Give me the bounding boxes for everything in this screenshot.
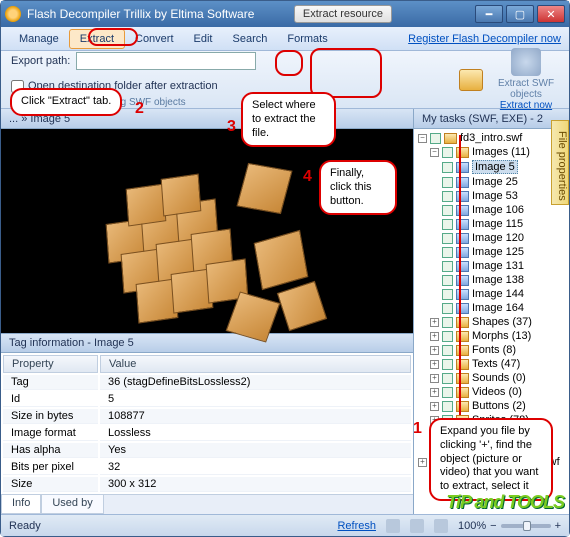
expand-icon: + xyxy=(430,374,439,383)
tree-node-image: Image 25 xyxy=(418,175,565,189)
annotation-box xyxy=(88,28,138,46)
close-button[interactable]: ✕ xyxy=(537,5,565,23)
annotation-num-1: 1 xyxy=(413,420,422,438)
tree-node-image: Image 131 xyxy=(418,259,565,273)
expand-icon: + xyxy=(430,402,439,411)
zoom-control[interactable]: 100% − + xyxy=(458,520,561,532)
tag-table: PropertyValue Tag36 (stagDefineBitsLossl… xyxy=(1,353,413,494)
expand-icon: + xyxy=(430,388,439,397)
export-path-input[interactable] xyxy=(76,52,256,70)
file-properties-tab[interactable]: File properties xyxy=(551,120,569,205)
tree-node-image: Image 164 xyxy=(418,301,565,315)
maximize-button[interactable]: ▢ xyxy=(506,5,534,23)
tree-node-image: Image 115 xyxy=(418,217,565,231)
app-icon xyxy=(5,6,21,22)
tree-node-image: Image 144 xyxy=(418,287,565,301)
tree-node-group: +Buttons (2) xyxy=(418,399,565,413)
expand-icon: + xyxy=(430,346,439,355)
status-ready: Ready xyxy=(9,520,41,532)
refresh-link[interactable]: Refresh xyxy=(337,520,376,532)
annotation-box xyxy=(275,50,303,76)
tree-node-image: Image 53 xyxy=(418,189,565,203)
col-value[interactable]: Value xyxy=(100,355,411,373)
collapse-icon: − xyxy=(418,134,427,143)
tree-node-image: Image 120 xyxy=(418,231,565,245)
preview-image xyxy=(67,121,347,341)
tree-node-group: +Fonts (8) xyxy=(418,343,565,357)
extract-now-link[interactable]: Extract now xyxy=(493,100,559,111)
col-property[interactable]: Property xyxy=(3,355,98,373)
annotation-num-2: 2 xyxy=(135,100,144,118)
menu-manage[interactable]: Manage xyxy=(9,30,69,48)
callout-3: Finally, click this button. xyxy=(319,160,397,215)
tree-node-group: +Morphs (13) xyxy=(418,329,565,343)
menu-bar: Manage Extract Convert Edit Search Forma… xyxy=(1,27,569,51)
tree-node-group: +Texts (47) xyxy=(418,357,565,371)
browse-folder-button[interactable] xyxy=(459,69,483,91)
zoom-out-icon[interactable]: − xyxy=(490,520,496,532)
status-icon[interactable] xyxy=(386,519,400,533)
tab-info[interactable]: Info xyxy=(1,495,41,514)
tab-used-by[interactable]: Used by xyxy=(41,495,103,514)
expand-icon: + xyxy=(418,458,427,467)
tree-node-image: Image 106 xyxy=(418,203,565,217)
annotation-num-3: 3 xyxy=(227,118,236,136)
callout-2: Select where to extract the file. xyxy=(241,92,336,147)
minimize-button[interactable]: ━ xyxy=(475,5,503,23)
tasks-header: My tasks (SWF, EXE) - 2 xyxy=(414,109,569,129)
expand-icon: + xyxy=(430,318,439,327)
status-icon[interactable] xyxy=(434,519,448,533)
annotation-num-4: 4 xyxy=(303,168,312,186)
extract-swf-button[interactable]: Extract SWF objects Extract now xyxy=(493,48,559,111)
expand-icon: + xyxy=(430,360,439,369)
menu-search[interactable]: Search xyxy=(223,30,278,48)
zoom-slider[interactable] xyxy=(501,524,551,528)
status-bar: Ready Refresh 100% − + xyxy=(1,514,569,536)
menu-formats[interactable]: Formats xyxy=(277,30,337,48)
tree-node-images: −Images (11) xyxy=(418,145,565,159)
register-link[interactable]: Register Flash Decompiler now xyxy=(408,33,561,45)
export-path-label: Export path: xyxy=(11,55,70,67)
tree-node-group: +Videos (0) xyxy=(418,385,565,399)
title-bar: Flash Decompiler Trillix by Eltima Softw… xyxy=(1,1,569,27)
tree-node-image: Image 138 xyxy=(418,273,565,287)
annotation-box xyxy=(310,48,382,98)
collapse-icon: − xyxy=(430,148,439,157)
menu-edit[interactable]: Edit xyxy=(184,30,223,48)
tree-node-image: Image 125 xyxy=(418,245,565,259)
status-icon[interactable] xyxy=(410,519,424,533)
extract-swf-icon xyxy=(511,48,541,76)
zoom-in-icon[interactable]: + xyxy=(555,520,561,532)
expand-icon: + xyxy=(430,332,439,341)
tree-node-group: +Sounds (0) xyxy=(418,371,565,385)
tag-tabs: Info Used by xyxy=(1,494,413,514)
tree-node-group: +Shapes (37) xyxy=(418,315,565,329)
annotation-line xyxy=(459,135,461,415)
extract-resource-button[interactable]: Extract resource xyxy=(294,5,392,23)
callout-4: Expand you file by clicking '+', find th… xyxy=(429,418,553,501)
window-title: Flash Decompiler Trillix by Eltima Softw… xyxy=(27,7,294,21)
callout-1: Click "Extract" tab. xyxy=(10,88,122,116)
tree-node-image: Image 5 xyxy=(418,159,565,175)
tree-node-root1: −fd3_intro.swf xyxy=(418,131,565,145)
